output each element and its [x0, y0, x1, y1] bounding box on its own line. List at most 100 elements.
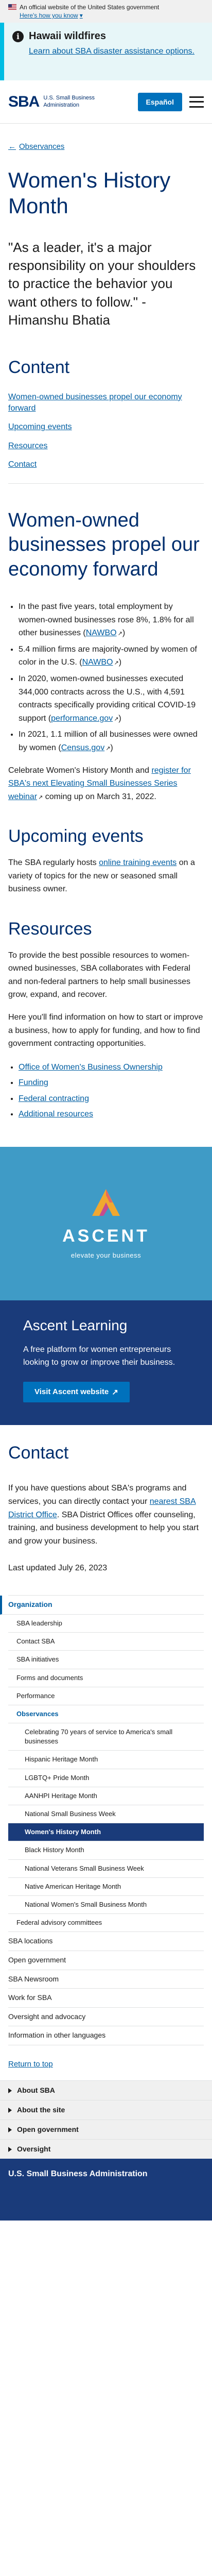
- sidenav-item[interactable]: LGBTQ+ Pride Month: [8, 1769, 204, 1787]
- espanol-button[interactable]: Español: [137, 92, 182, 111]
- ascent-logo-icon: [88, 1187, 124, 1219]
- logo-text: U.S. Small Business Administration: [43, 94, 95, 108]
- sidenav-item[interactable]: Performance: [8, 1687, 204, 1705]
- sidenav-item[interactable]: National Small Business Week: [8, 1805, 204, 1824]
- nawbo-link[interactable]: NAWBO: [86, 629, 117, 637]
- logo-mark: SBA: [8, 93, 40, 110]
- fact-tail: ): [118, 658, 122, 667]
- arrow-left-icon: ←: [8, 142, 16, 151]
- last-updated: Last updated July 26, 2023: [8, 1564, 108, 1573]
- sidenav-item-current[interactable]: Women's History Month: [8, 1823, 204, 1842]
- sidenav-item[interactable]: SBA initiatives: [8, 1651, 204, 1669]
- sidenav-item[interactable]: SBA leadership: [8, 1615, 204, 1633]
- sidenav-item[interactable]: SBA locations: [8, 1932, 204, 1951]
- facts-list: In the past five years, total employment…: [8, 600, 204, 755]
- resource-link-funding[interactable]: Funding: [19, 1078, 48, 1087]
- site-footer: About SBA About the site Open government…: [0, 2080, 212, 2221]
- accordion-label: About SBA: [17, 2086, 55, 2095]
- external-link-icon: ↗: [112, 1387, 118, 1397]
- ascent-card: ASCENT elevate your business Ascent Lear…: [0, 1147, 212, 1425]
- events-text: The SBA regularly hosts: [8, 858, 99, 868]
- toc-link-resources[interactable]: Resources: [8, 442, 47, 450]
- toc-list: Women-owned businesses propel our econom…: [8, 392, 204, 471]
- chevron-down-icon: ▾: [79, 12, 83, 20]
- accordion-label: About the site: [17, 2106, 65, 2114]
- hamburger-menu-icon[interactable]: [189, 96, 204, 108]
- gov-banner-text: An official website of the United States…: [20, 4, 160, 11]
- contact-paragraph: If you have questions about SBA's progra…: [8, 1482, 204, 1548]
- webinar-paragraph: Celebrate Women's History Month and regi…: [8, 764, 204, 804]
- sidenav-item[interactable]: Contact SBA: [8, 1633, 204, 1651]
- contact-section-title: Contact: [8, 1443, 69, 1463]
- list-item: Additional resources: [19, 1107, 204, 1122]
- sidenav-item[interactable]: National Women's Small Business Month: [8, 1896, 204, 1914]
- sidenav-organization[interactable]: Organization: [0, 1596, 204, 1615]
- sidenav-item[interactable]: AANHPI Heritage Month: [8, 1787, 204, 1806]
- sidenav-item[interactable]: Open government: [8, 1951, 204, 1970]
- sidenav-item[interactable]: National Veterans Small Business Week: [8, 1860, 204, 1878]
- sidenav-item[interactable]: Forms and documents: [8, 1669, 204, 1687]
- toc-link-economy[interactable]: Women-owned businesses propel our econom…: [8, 393, 182, 413]
- resource-link-contracting[interactable]: Federal contracting: [19, 1094, 89, 1103]
- sidenav-item[interactable]: Work for SBA: [8, 1989, 204, 2008]
- performance-gov-link[interactable]: performance.gov: [51, 714, 113, 723]
- alert-banner: i Hawaii wildfires Learn about SBA disas…: [0, 23, 212, 80]
- sba-logo[interactable]: SBA U.S. Small Business Administration: [8, 90, 100, 113]
- sidenav-item[interactable]: Celebrating 70 years of service to Ameri…: [8, 1723, 204, 1751]
- resources-paragraph-2: Here you'll find information on how to s…: [8, 1013, 203, 1048]
- footer-agency: U.S. Small Business Administration: [0, 2159, 212, 2221]
- accordion-label: Open government: [17, 2125, 79, 2134]
- resources-list: Office of Women's Business Ownership Fun…: [8, 1060, 204, 1123]
- sidenav-item[interactable]: Federal advisory committees: [8, 1914, 204, 1933]
- page-quote: "As a leader, it's a major responsibilit…: [8, 240, 196, 328]
- site-header: SBA U.S. Small Business Administration E…: [0, 80, 212, 124]
- chevron-right-icon: [8, 2107, 12, 2113]
- disaster-assistance-link[interactable]: Learn about SBA disaster assistance opti…: [29, 47, 195, 56]
- sidenav-item[interactable]: Native American Heritage Month: [8, 1878, 204, 1896]
- sidenav-item[interactable]: Information in other languages: [8, 2026, 204, 2045]
- webinar-tail: coming up on March 31, 2022.: [43, 792, 156, 801]
- toc-link-events[interactable]: Upcoming events: [8, 422, 72, 431]
- sidenav-observances[interactable]: Observances: [8, 1705, 204, 1724]
- resource-link-additional[interactable]: Additional resources: [19, 1110, 93, 1118]
- events-section-title: Upcoming events: [8, 826, 144, 846]
- footer-accordion-about-sba[interactable]: About SBA: [0, 2080, 212, 2100]
- external-link-icon: ↗: [38, 794, 43, 801]
- sidenav-item[interactable]: Black History Month: [8, 1841, 204, 1860]
- heres-how-you-know-link[interactable]: Here's how you know ▾: [20, 11, 83, 20]
- return-to-top-link[interactable]: Return to top: [8, 2060, 53, 2069]
- footer-accordion-open-government[interactable]: Open government: [0, 2120, 212, 2139]
- ascent-tagline: elevate your business: [70, 1251, 142, 1260]
- sidenav-item[interactable]: Oversight and advocacy: [8, 2008, 204, 2027]
- list-item: In the past five years, total employment…: [19, 600, 204, 640]
- back-to-observances-link[interactable]: ← Observances: [8, 141, 64, 153]
- alert-title: Hawaii wildfires: [29, 30, 107, 42]
- us-flag-icon: [8, 4, 16, 10]
- nawbo-link[interactable]: NAWBO: [82, 658, 113, 667]
- return-to-top: Return to top: [8, 2059, 204, 2081]
- ascent-brand: ASCENT: [62, 1226, 150, 1246]
- external-link-icon: ↗: [117, 631, 122, 637]
- visit-ascent-button[interactable]: Visit Ascent website ↗: [23, 1381, 130, 1402]
- info-icon: i: [12, 31, 24, 42]
- main-content: ← Observances Women's History Month "As …: [0, 124, 212, 1122]
- back-link-label: Observances: [19, 142, 65, 151]
- divider: [8, 483, 204, 484]
- footer-accordion-oversight[interactable]: Oversight: [0, 2139, 212, 2159]
- list-item: 5.4 million firms are majority-owned by …: [19, 643, 204, 669]
- fact-tail: ): [122, 629, 126, 638]
- breadcrumb: ← Observances: [8, 124, 204, 153]
- resources-paragraph-1: To provide the best possible resources t…: [8, 951, 190, 999]
- list-item: In 2021, 1.1 million of all businesses w…: [19, 728, 204, 754]
- footer-accordion-about-site[interactable]: About the site: [0, 2100, 212, 2120]
- footer-agency-name: U.S. Small Business Administration: [8, 2170, 148, 2179]
- external-link-icon: ↗: [114, 660, 119, 667]
- toc-link-contact[interactable]: Contact: [8, 460, 37, 469]
- ascent-title: Ascent Learning: [23, 1317, 128, 1334]
- sidenav-item[interactable]: Hispanic Heritage Month: [8, 1751, 204, 1769]
- census-gov-link[interactable]: Census.gov: [61, 743, 105, 752]
- sidenav-item[interactable]: SBA Newsroom: [8, 1970, 204, 1989]
- resource-link-owbo[interactable]: Office of Women's Business Ownership: [19, 1063, 163, 1072]
- heres-how-you-know-label: Here's how you know: [20, 12, 78, 20]
- online-training-events-link[interactable]: online training events: [99, 858, 176, 867]
